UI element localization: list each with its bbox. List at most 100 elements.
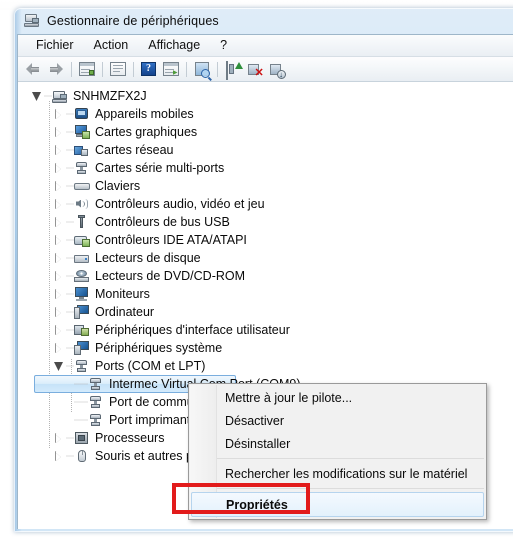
- expand-collapse-icon[interactable]: [52, 285, 66, 303]
- menu-affichage[interactable]: Affichage: [138, 36, 210, 55]
- tree-connector: [66, 267, 74, 285]
- update-driver-icon[interactable]: [222, 59, 243, 80]
- help-icon[interactable]: ?: [138, 59, 159, 79]
- tree-node-peripheriques-systeme[interactable]: Périphériques système: [18, 339, 513, 357]
- ctx-disable[interactable]: Désactiver: [189, 409, 486, 432]
- tree-connector: [66, 195, 74, 213]
- ctx-scan-hardware[interactable]: Rechercher les modifications sur le maté…: [189, 462, 486, 485]
- tree-connector: [66, 429, 74, 447]
- tree-node-label: Claviers: [95, 179, 141, 193]
- expand-collapse-icon[interactable]: [52, 159, 66, 177]
- tree-node-peripheriques-hid[interactable]: Périphériques d'interface utilisateur: [18, 321, 513, 339]
- expand-collapse-icon[interactable]: [52, 105, 66, 123]
- tree-node-label: Cartes graphiques: [95, 125, 198, 139]
- expand-collapse-icon[interactable]: [52, 357, 66, 375]
- keyboard-icon: [74, 179, 91, 194]
- expand-collapse-icon[interactable]: [52, 231, 66, 249]
- expand-collapse-icon[interactable]: [52, 249, 66, 267]
- properties-icon[interactable]: [107, 59, 128, 79]
- toolbar-separator: [186, 61, 187, 77]
- tree-node-ports[interactable]: Ports (COM et LPT): [18, 357, 513, 375]
- port-icon: [88, 377, 105, 392]
- expand-collapse-icon[interactable]: [52, 123, 66, 141]
- network-adapter-icon: [74, 143, 91, 158]
- expand-collapse-icon[interactable]: [52, 429, 66, 447]
- mouse-icon: [74, 449, 91, 464]
- tree-node-ordinateur[interactable]: Ordinateur: [18, 303, 513, 321]
- tree-node-label: SNHMZFX2J: [73, 89, 147, 103]
- processor-icon: [74, 431, 91, 446]
- tree-node-root[interactable]: SNHMZFX2J: [18, 87, 513, 105]
- device-manager-icon: [24, 13, 40, 29]
- tree-node-label: Port de commu: [109, 395, 194, 409]
- expand-collapse-icon[interactable]: [52, 177, 66, 195]
- tree-connector: [66, 285, 74, 303]
- ctx-properties[interactable]: Propriétés: [191, 492, 484, 517]
- tree-node-label: Contrôleurs IDE ATA/ATAPI: [95, 233, 247, 247]
- system-device-icon: [74, 340, 91, 356]
- tree-node-moniteurs[interactable]: Moniteurs: [18, 285, 513, 303]
- expand-collapse-icon[interactable]: [52, 303, 66, 321]
- title-bar[interactable]: Gestionnaire de périphériques: [14, 8, 513, 34]
- expand-collapse-icon[interactable]: [30, 87, 44, 105]
- forward-arrow-icon[interactable]: [45, 59, 66, 79]
- tree-connector: [66, 339, 74, 357]
- scan-hardware-changes-icon[interactable]: [191, 59, 212, 79]
- usb-controller-icon: [74, 214, 91, 230]
- tree-node-label: Ordinateur: [95, 305, 155, 319]
- toolbar-separator: [102, 61, 103, 77]
- tree-node-label: Cartes réseau: [95, 143, 174, 157]
- tree-node-cartes-serie-multiports[interactable]: Cartes série multi-ports: [18, 159, 513, 177]
- ctx-update-driver[interactable]: Mettre à jour le pilote...: [189, 386, 486, 409]
- tree-node-label: Périphériques système: [95, 341, 223, 355]
- tree-node-label: Appareils mobiles: [95, 107, 194, 121]
- tree-node-cartes-graphiques[interactable]: Cartes graphiques: [18, 123, 513, 141]
- tree-connector: [66, 447, 74, 465]
- tree-node-cartes-reseau[interactable]: Cartes réseau: [18, 141, 513, 159]
- tree-connector: [66, 321, 74, 339]
- monitor-icon: [74, 286, 91, 302]
- disk-drive-icon: [74, 251, 91, 266]
- enable-device-icon[interactable]: ↓: [266, 59, 287, 79]
- expand-collapse-icon[interactable]: [52, 339, 66, 357]
- tree-node-controleurs-ide[interactable]: Contrôleurs IDE ATA/ATAPI: [18, 231, 513, 249]
- menu-action[interactable]: Action: [84, 36, 139, 55]
- tree-node-label: Cartes série multi-ports: [95, 161, 225, 175]
- tree-connector: [66, 141, 74, 159]
- back-arrow-icon[interactable]: [23, 59, 44, 79]
- expand-collapse-icon[interactable]: [52, 213, 66, 231]
- ctx-uninstall[interactable]: Désinstaller: [189, 432, 486, 455]
- toolbar-separator: [71, 61, 72, 77]
- tree-node-controleurs-audio[interactable]: Contrôleurs audio, vidéo et jeu: [18, 195, 513, 213]
- multiport-serial-icon: [74, 161, 91, 176]
- context-menu-separator: [217, 458, 484, 459]
- port-icon: [88, 395, 105, 410]
- tree-node-lecteurs-disque[interactable]: Lecteurs de disque: [18, 249, 513, 267]
- toolbar-separator: [133, 61, 134, 77]
- show-hide-console-tree-icon[interactable]: [76, 59, 97, 79]
- tree-connector: [74, 393, 88, 411]
- menu-fichier[interactable]: Fichier: [26, 36, 84, 55]
- hid-device-icon: [74, 323, 91, 338]
- tree-connector: [66, 123, 74, 141]
- expand-collapse-icon[interactable]: [52, 447, 66, 465]
- port-icon: [88, 413, 105, 428]
- tree-node-controleurs-usb[interactable]: Contrôleurs de bus USB: [18, 213, 513, 231]
- port-icon: [74, 359, 91, 374]
- expand-collapse-icon[interactable]: [52, 267, 66, 285]
- tree-connector: [66, 303, 74, 321]
- tree-node-lecteurs-dvd[interactable]: Lecteurs de DVD/CD-ROM: [18, 267, 513, 285]
- disable-device-icon[interactable]: ✕: [244, 59, 265, 79]
- window-title: Gestionnaire de périphériques: [47, 14, 219, 28]
- toolbar: ? ✕ ↓: [18, 57, 513, 82]
- tree-node-claviers[interactable]: Claviers: [18, 177, 513, 195]
- menu-bar: Fichier Action Affichage ?: [18, 35, 513, 57]
- expand-collapse-icon[interactable]: [52, 321, 66, 339]
- toolbar-separator: [217, 61, 218, 77]
- expand-collapse-icon[interactable]: [52, 195, 66, 213]
- expand-collapse-icon[interactable]: [52, 141, 66, 159]
- menu-aide[interactable]: ?: [210, 36, 237, 55]
- view-icon[interactable]: [160, 59, 181, 79]
- tree-node-appareils-mobiles[interactable]: Appareils mobiles: [18, 105, 513, 123]
- context-menu[interactable]: Mettre à jour le pilote... Désactiver Dé…: [188, 383, 487, 520]
